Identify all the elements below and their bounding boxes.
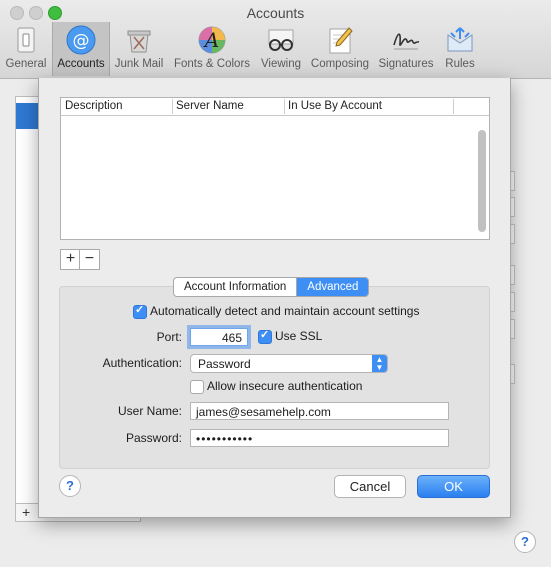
window-title: Accounts (246, 5, 305, 21)
rules-icon (447, 27, 473, 52)
column-server-name[interactable]: Server Name (176, 100, 244, 112)
password-label: Password: (125, 431, 182, 445)
server-table-header: Description Server Name In Use By Accoun… (61, 98, 489, 116)
toolbar-item-signatures[interactable]: Signatures (375, 22, 437, 76)
toolbar-item-label: General (5, 58, 47, 70)
toolbar-item-label: Composing (310, 58, 370, 70)
advanced-settings-box: Automatically detect and maintain accoun… (59, 286, 490, 469)
use-ssl-checkbox[interactable] (258, 328, 272, 344)
remove-server-button[interactable]: − (80, 249, 99, 268)
user-name-label: User Name: (117, 404, 182, 418)
column-separator (284, 99, 285, 114)
junk-mail-icon (127, 30, 151, 53)
toolbar-item-label: Viewing (260, 58, 302, 70)
smtp-server-sheet: Description Server Name In Use By Accoun… (38, 78, 511, 518)
toolbar-item-label: Junk Mail (114, 58, 164, 70)
user-name-field[interactable]: james@sesamehelp.com (190, 402, 449, 420)
background-help-button[interactable]: ? (514, 531, 536, 553)
pencil-paper-icon (329, 27, 353, 54)
allow-insecure-label: Allow insecure authentication (207, 379, 363, 393)
column-description[interactable]: Description (65, 100, 123, 112)
ok-button[interactable]: OK (417, 475, 490, 498)
window-toolbar: Accounts General @ Accounts Junk Mail A (0, 0, 551, 79)
toolbar-item-viewing[interactable]: Viewing (256, 22, 306, 76)
toolbar-item-label: Accounts (57, 58, 105, 70)
cancel-button[interactable]: Cancel (334, 475, 406, 498)
allow-insecure-checkbox[interactable] (190, 380, 204, 394)
toolbar-item-composing[interactable]: Composing (307, 22, 373, 76)
auto-detect-label: Automatically detect and maintain accoun… (150, 304, 420, 318)
authentication-popup[interactable]: Password ▲ ▼ (190, 354, 388, 373)
signature-icon (393, 33, 420, 50)
server-table[interactable]: Description Server Name In Use By Accoun… (60, 97, 490, 240)
toolbar-item-rules[interactable]: Rules (440, 22, 480, 76)
toolbar-item-label: Fonts & Colors (173, 58, 251, 70)
column-in-use-by-account[interactable]: In Use By Account (288, 100, 382, 112)
add-server-button[interactable]: + (61, 249, 80, 268)
svg-text:@: @ (73, 31, 90, 51)
toolbar-item-label: Signatures (378, 58, 434, 70)
toolbar-item-general[interactable]: General (2, 22, 50, 76)
tab-advanced[interactable]: Advanced (296, 278, 369, 296)
server-list-buttons: + − (60, 249, 100, 270)
svg-text:A: A (203, 28, 219, 52)
authentication-label: Authentication: (102, 356, 182, 370)
general-switch-icon (17, 27, 35, 53)
toolbar-item-fonts-colors[interactable]: A Fonts & Colors (170, 22, 254, 76)
toolbar-item-accounts[interactable]: @ Accounts (52, 22, 110, 76)
password-field[interactable]: ••••••••••• (190, 429, 449, 447)
fonts-colors-icon: A (198, 26, 226, 54)
port-label: Port: (156, 330, 182, 344)
column-separator (172, 99, 173, 114)
help-button[interactable]: ? (59, 475, 81, 497)
auto-detect-checkbox[interactable] (133, 303, 147, 319)
authentication-value: Password (198, 357, 251, 371)
column-separator (453, 99, 454, 114)
chevron-updown-icon: ▲ ▼ (372, 355, 387, 372)
tab-switcher: Account Information Advanced (173, 277, 370, 297)
toolbar-item-junk-mail[interactable]: Junk Mail (111, 22, 167, 76)
at-sign-icon: @ (66, 25, 96, 55)
toolbar-item-label: Rules (445, 58, 475, 70)
background-add-account-button[interactable]: + (22, 504, 30, 520)
use-ssl-label: Use SSL (275, 329, 323, 343)
table-scrollbar[interactable] (478, 130, 486, 232)
tab-account-information[interactable]: Account Information (174, 278, 296, 296)
glasses-icon (268, 29, 294, 51)
port-field[interactable]: 465 (190, 328, 248, 346)
